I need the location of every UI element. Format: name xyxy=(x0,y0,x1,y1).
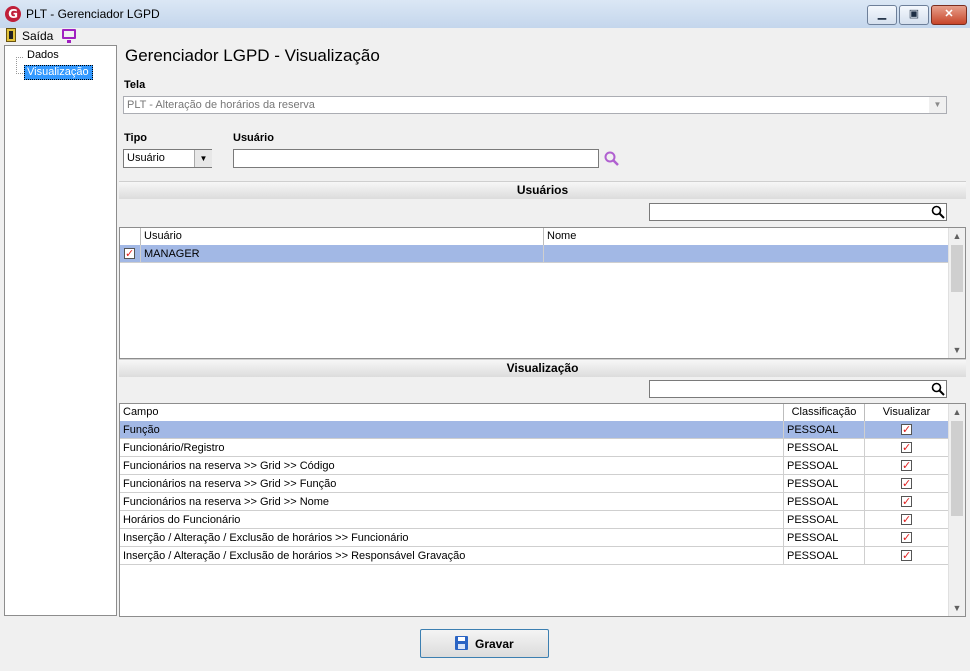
table-row[interactable]: Funcionários na reserva >> Grid >> Funçã… xyxy=(120,475,948,493)
tree-connector xyxy=(16,73,23,74)
chevron-down-icon[interactable]: ▼ xyxy=(929,97,946,113)
close-button[interactable]: ✕ xyxy=(931,5,967,25)
classificacao-cell: PESSOAL xyxy=(784,457,865,475)
usuario-input[interactable] xyxy=(233,149,599,168)
minimize-button[interactable]: ▁ xyxy=(867,5,897,25)
select-column-header xyxy=(120,228,141,245)
visualizar-checkbox[interactable] xyxy=(901,457,912,475)
visualizar-cell[interactable] xyxy=(865,547,948,565)
exit-door-icon[interactable] xyxy=(6,28,16,42)
table-row[interactable]: Inserção / Alteração / Exclusão de horár… xyxy=(120,547,948,565)
usuario-label: Usuário xyxy=(233,132,274,144)
row-checkbox-cell[interactable] xyxy=(120,245,141,263)
classificacao-cell: PESSOAL xyxy=(784,547,865,565)
tela-label: Tela xyxy=(124,79,146,91)
tree-connector xyxy=(16,57,17,74)
tipo-select-value: Usuário xyxy=(127,152,165,164)
table-row[interactable]: Funcionário/Registro PESSOAL xyxy=(120,439,948,457)
classificacao-cell: PESSOAL xyxy=(784,439,865,457)
table-row[interactable]: Inserção / Alteração / Exclusão de horár… xyxy=(120,529,948,547)
visualizar-checkbox[interactable] xyxy=(901,547,912,565)
menu-bar xyxy=(0,28,970,44)
tree-connector xyxy=(16,57,23,58)
view-section-header: Visualização xyxy=(119,359,966,377)
visualizar-checkbox[interactable] xyxy=(901,511,912,529)
campo-cell: Funcionários na reserva >> Grid >> Códig… xyxy=(120,457,784,475)
campo-cell: Funcionários na reserva >> Grid >> Nome xyxy=(120,493,784,511)
classificacao-cell: PESSOAL xyxy=(784,421,865,439)
nome-cell xyxy=(544,245,948,263)
search-icon[interactable] xyxy=(603,151,621,170)
navigation-tree xyxy=(4,45,117,616)
classificacao-cell: PESSOAL xyxy=(784,511,865,529)
visualizar-cell[interactable] xyxy=(865,529,948,547)
column-header-campo[interactable]: Campo xyxy=(120,404,784,421)
users-section-header: Usuários xyxy=(119,181,966,199)
visualizar-checkbox[interactable] xyxy=(901,493,912,511)
scroll-up-icon[interactable]: ▲ xyxy=(949,404,965,420)
visualizar-cell[interactable] xyxy=(865,493,948,511)
monitor-icon[interactable] xyxy=(62,29,76,43)
table-row[interactable]: Função PESSOAL xyxy=(120,421,948,439)
classificacao-cell: PESSOAL xyxy=(784,475,865,493)
column-header-classificacao[interactable]: Classificação xyxy=(784,404,865,421)
view-scrollbar[interactable]: ▲ ▼ xyxy=(948,404,965,616)
tree-item-visualizacao[interactable]: Visualização xyxy=(24,65,93,80)
column-header-usuario[interactable]: Usuário xyxy=(141,228,544,245)
tela-select-value: PLT - Alteração de horários da reserva xyxy=(127,99,315,111)
classificacao-cell: PESSOAL xyxy=(784,493,865,511)
window-title: PLT - Gerenciador LGPD xyxy=(26,7,160,21)
row-checkbox[interactable] xyxy=(124,245,135,263)
view-filter-input[interactable] xyxy=(649,380,947,398)
visualizar-checkbox[interactable] xyxy=(901,421,912,439)
visualizar-cell[interactable] xyxy=(865,475,948,493)
visualizar-checkbox[interactable] xyxy=(901,439,912,457)
visualizar-cell[interactable] xyxy=(865,457,948,475)
tree-item-dados[interactable]: Dados xyxy=(27,49,59,61)
floppy-disk-icon[interactable] xyxy=(455,636,468,650)
users-grid-header: Usuário Nome xyxy=(120,228,948,246)
users-scrollbar[interactable]: ▲ ▼ xyxy=(948,228,965,358)
campo-cell: Funcionários na reserva >> Grid >> Funçã… xyxy=(120,475,784,493)
scrollbar-thumb[interactable] xyxy=(951,421,963,516)
column-header-nome[interactable]: Nome xyxy=(544,228,948,245)
tipo-label: Tipo xyxy=(124,132,148,144)
table-row[interactable]: Funcionários na reserva >> Grid >> Nome … xyxy=(120,493,948,511)
classificacao-cell: PESSOAL xyxy=(784,529,865,547)
scrollbar-thumb[interactable] xyxy=(951,245,963,292)
view-grid-header: Campo Classificação Visualizar xyxy=(120,404,948,422)
campo-cell: Funcionário/Registro xyxy=(120,439,784,457)
campo-cell: Horários do Funcionário xyxy=(120,511,784,529)
chevron-down-icon[interactable]: ▼ xyxy=(194,150,212,167)
search-icon[interactable] xyxy=(931,205,945,222)
campo-cell: Inserção / Alteração / Exclusão de horár… xyxy=(120,529,784,547)
table-row[interactable]: Horários do Funcionário PESSOAL xyxy=(120,511,948,529)
visualizar-checkbox[interactable] xyxy=(901,475,912,493)
view-grid: Campo Classificação Visualizar Função PE… xyxy=(119,403,966,617)
save-button-label[interactable]: Gravar xyxy=(475,637,514,651)
visualizar-checkbox[interactable] xyxy=(901,529,912,547)
visualizar-cell[interactable] xyxy=(865,421,948,439)
column-header-visualizar[interactable]: Visualizar xyxy=(865,404,948,421)
search-icon[interactable] xyxy=(931,382,945,399)
campo-cell: Função xyxy=(120,421,784,439)
exit-menu-item[interactable]: Saída xyxy=(22,29,53,43)
visualizar-cell[interactable] xyxy=(865,511,948,529)
campo-cell: Inserção / Alteração / Exclusão de horár… xyxy=(120,547,784,565)
app-logo-icon: G xyxy=(5,6,21,22)
table-row[interactable]: MANAGER xyxy=(120,245,948,263)
visualizar-cell[interactable] xyxy=(865,439,948,457)
page-title: Gerenciador LGPD - Visualização xyxy=(125,46,380,65)
users-grid: Usuário Nome MANAGER ▲ ▼ xyxy=(119,227,966,359)
scroll-up-icon[interactable]: ▲ xyxy=(949,228,965,244)
usuario-cell: MANAGER xyxy=(141,245,544,263)
maximize-button[interactable]: ▣ xyxy=(899,5,929,25)
table-row[interactable]: Funcionários na reserva >> Grid >> Códig… xyxy=(120,457,948,475)
scroll-down-icon[interactable]: ▼ xyxy=(949,342,965,358)
scroll-down-icon[interactable]: ▼ xyxy=(949,600,965,616)
users-filter-input[interactable] xyxy=(649,203,947,221)
